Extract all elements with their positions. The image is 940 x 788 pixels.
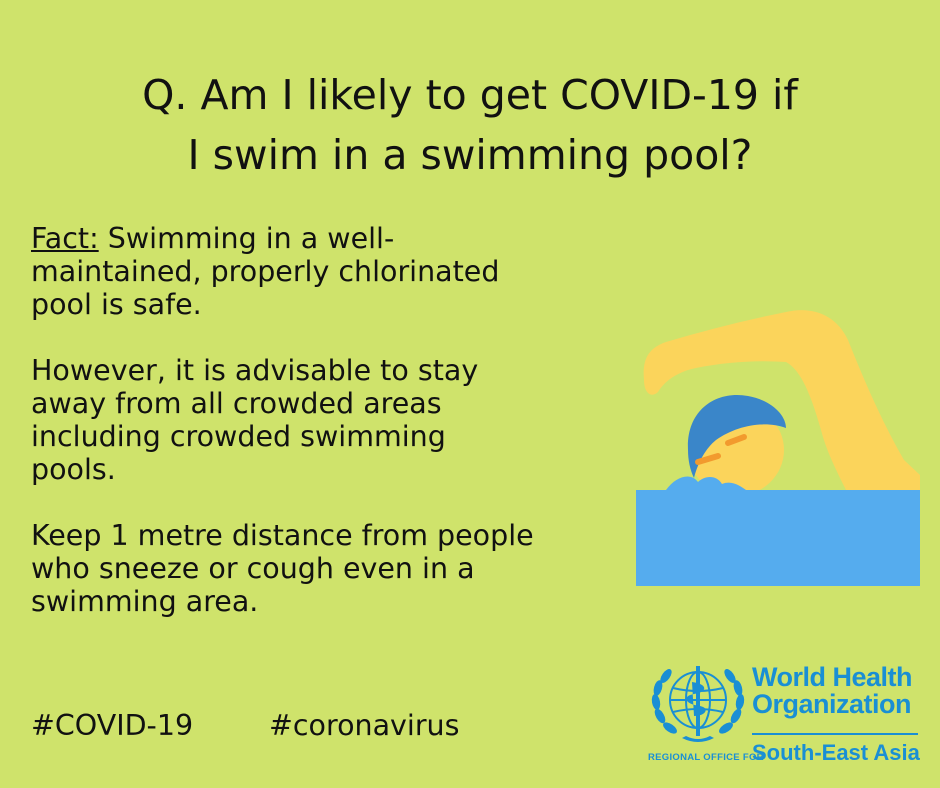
hashtag-covid19: #COVID-19 <box>31 709 194 742</box>
hashtags: #COVID-19 #coronavirus <box>31 708 459 744</box>
question-line-2: I swim in a swimming pool? <box>187 131 753 180</box>
poster: Q. Am I likely to get COVID-19 if I swim… <box>0 0 940 788</box>
who-name-line-1: World Health <box>752 662 913 692</box>
advice-line-2: away from all crowded areas <box>31 387 442 420</box>
advice-line-1: However, it is advisable to stay <box>31 354 479 387</box>
advice-paragraph: However, it is advisable to stay away fr… <box>31 354 631 486</box>
distance-paragraph: Keep 1 metre distance from people who sn… <box>31 519 631 618</box>
fact-line-3: pool is safe. <box>31 288 202 321</box>
who-name: World Health Organization <box>752 662 913 719</box>
who-emblem-icon <box>651 666 745 742</box>
who-logo: World Health Organization REGIONAL OFFIC… <box>640 654 930 774</box>
answer-text: Fact: Swimming in a well- maintained, pr… <box>31 222 631 651</box>
fact-label: Fact: <box>31 222 99 255</box>
who-name-line-2: Organization <box>752 689 912 719</box>
distance-line-3: swimming area. <box>31 585 259 618</box>
distance-line-2: who sneeze or cough even in a <box>31 552 475 585</box>
question-title: Q. Am I likely to get COVID-19 if I swim… <box>0 65 940 185</box>
regional-office-label: REGIONAL OFFICE FOR <box>648 752 764 763</box>
advice-line-4: pools. <box>31 453 116 486</box>
distance-line-1: Keep 1 metre distance from people <box>31 519 534 552</box>
fact-line-2: maintained, properly chlorinated <box>31 255 500 288</box>
swimmer-icon <box>636 310 920 586</box>
logo-divider <box>752 733 918 735</box>
fact-paragraph: Fact: Swimming in a well- maintained, pr… <box>31 222 631 321</box>
advice-line-3: including crowded swimming <box>31 420 446 453</box>
hashtag-coronavirus: #coronavirus <box>269 709 460 742</box>
region-name: South-East Asia <box>752 740 920 765</box>
question-line-1: Q. Am I likely to get COVID-19 if <box>142 71 798 120</box>
fact-line-1: Fact: Swimming in a well- <box>31 222 631 255</box>
pool-water <box>636 476 920 586</box>
fact-line-1-text: Swimming in a well- <box>98 222 395 255</box>
